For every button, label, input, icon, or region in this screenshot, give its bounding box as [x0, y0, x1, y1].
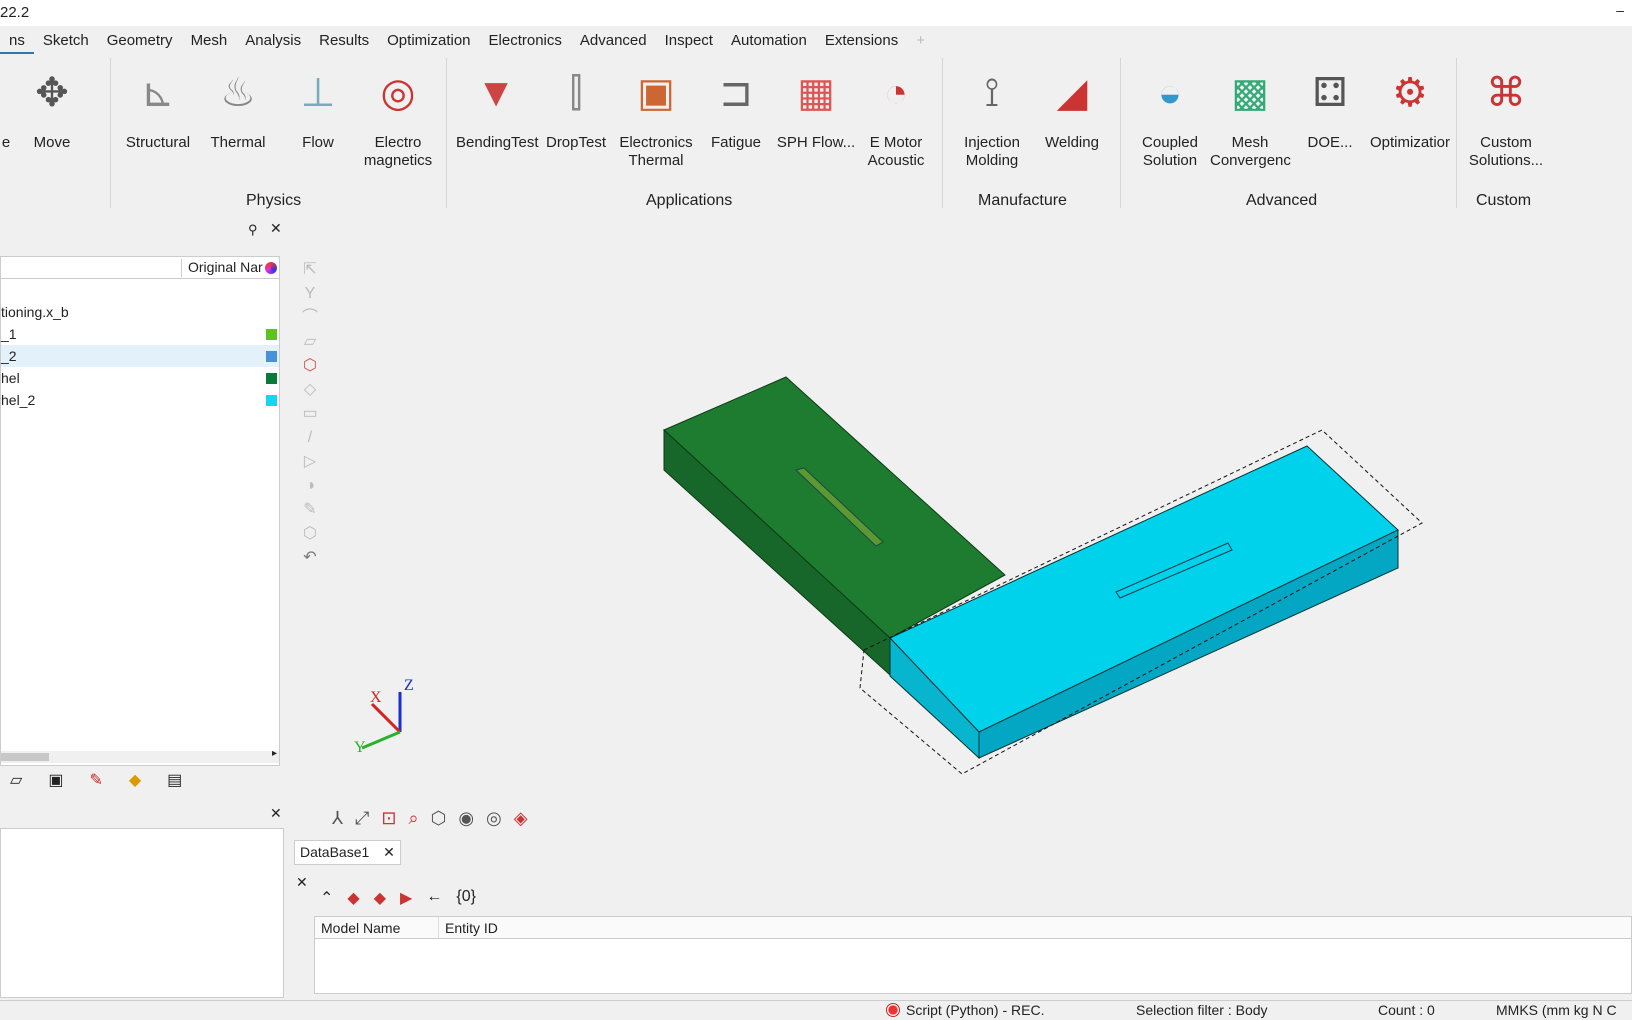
flag-icon[interactable]: ▶ [400, 888, 412, 908]
collapse-icon[interactable]: ⌃ [320, 888, 333, 908]
axes-icon[interactable]: ⅄ [332, 808, 343, 829]
fit-icon[interactable]: ⤢ [355, 808, 369, 829]
display-icon[interactable]: ◎ [486, 808, 502, 829]
selection-count-status: Count : 0 [1378, 1002, 1435, 1018]
column-entity-id[interactable]: Entity ID [439, 917, 504, 938]
record-icon[interactable] [886, 1003, 900, 1017]
tab-close-icon[interactable]: ✕ [383, 844, 395, 860]
axis-triad: X Z Y [354, 677, 414, 756]
selection-count: {0} [456, 888, 476, 905]
view-cube-icon[interactable]: ⬡ [431, 808, 447, 829]
eye-icon[interactable]: ◉ [458, 808, 474, 829]
zoom-box-icon[interactable]: ⊡ [381, 808, 396, 829]
selection-filter[interactable]: Selection filter : Body [1136, 1002, 1268, 1018]
back-arrow-icon[interactable]: ← [426, 888, 442, 908]
database-panel: DataBase1 ✕ ✕ ⌃ ◆ ◆ ▶ ← {0} Model Name Entity… [294, 838, 1632, 1000]
zoom-icon[interactable]: ⌕ [409, 808, 419, 829]
tab-database1[interactable]: DataBase1 ✕ [294, 840, 401, 865]
script-status[interactable]: Script (Python) - REC. [906, 1002, 1044, 1018]
axis-x-label: X [370, 689, 382, 706]
axis-z-label: Z [404, 677, 414, 694]
deselect-body-icon[interactable]: ◆ [374, 888, 386, 908]
unit-system[interactable]: MMKS (mm kg N C [1496, 1002, 1617, 1018]
column-model-name[interactable]: Model Name [315, 917, 439, 938]
panel-close-icon[interactable]: ✕ [296, 874, 308, 891]
select-body-icon[interactable]: ◆ [347, 888, 359, 908]
model-icon[interactable]: ◈ [514, 808, 528, 829]
status-bar: Script (Python) - REC. Selection filter … [0, 1000, 1632, 1020]
view-toolbar: ⅄ ⤢ ⊡ ⌕ ⬡ ◉ ◎ ◈ [332, 808, 528, 829]
entity-table: Model Name Entity ID [314, 916, 1632, 994]
axis-y-label: Y [354, 739, 366, 756]
database-toolbar: ⌃ ◆ ◆ ▶ ← {0} [320, 888, 476, 908]
